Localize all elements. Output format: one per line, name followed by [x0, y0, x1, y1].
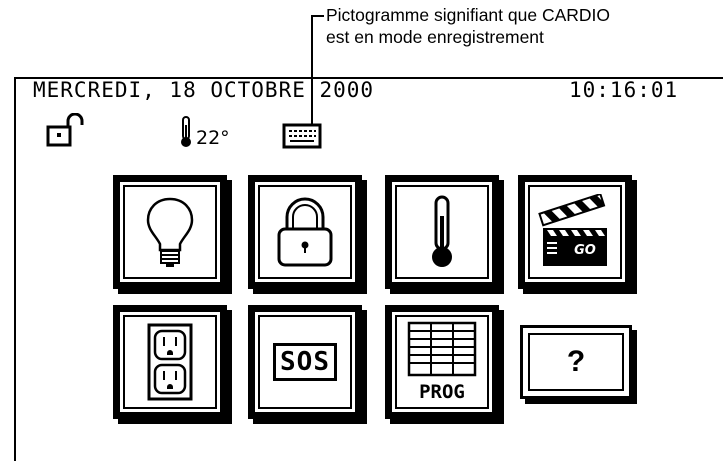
temperature-display: 22°	[196, 127, 230, 149]
prog-label: PROG	[419, 381, 465, 403]
sos-button[interactable]: SOS	[248, 305, 362, 419]
heating-button[interactable]	[385, 175, 499, 289]
clock-display: 10:16:01	[569, 78, 679, 102]
security-button[interactable]	[248, 175, 362, 289]
scenarios-button[interactable]: GO	[518, 175, 632, 289]
outlets-button[interactable]	[113, 305, 227, 419]
keyboard-icon	[282, 123, 322, 149]
sos-label: SOS	[273, 343, 337, 381]
unlocked-padlock-icon[interactable]	[46, 113, 90, 149]
programming-button[interactable]: PROG	[385, 305, 499, 419]
schedule-grid-icon	[407, 321, 477, 377]
light-bulb-icon	[146, 197, 194, 267]
thermometer-icon	[432, 195, 452, 267]
padlock-icon	[277, 197, 333, 267]
lighting-button[interactable]	[113, 175, 227, 289]
help-button[interactable]: ?	[520, 325, 632, 399]
date-display: MERCREDI, 18 OCTOBRE 2000	[33, 78, 375, 102]
power-outlet-icon	[147, 323, 193, 401]
clapperboard-icon: GO	[538, 194, 607, 266]
annotation-line-2: est en mode enregistrement	[326, 27, 544, 47]
annotation-line-1: Pictogramme signifiant que CARDIO	[326, 5, 610, 25]
annotation-text: Pictogramme signifiant que CARDIO est en…	[326, 4, 610, 48]
touch-screen: MERCREDI, 18 OCTOBRE 2000 10:16:01 22° G…	[14, 77, 723, 461]
question-mark-label: ?	[566, 345, 586, 378]
thermometer-small-icon	[181, 116, 191, 147]
clapper-label: GO	[574, 243, 596, 258]
